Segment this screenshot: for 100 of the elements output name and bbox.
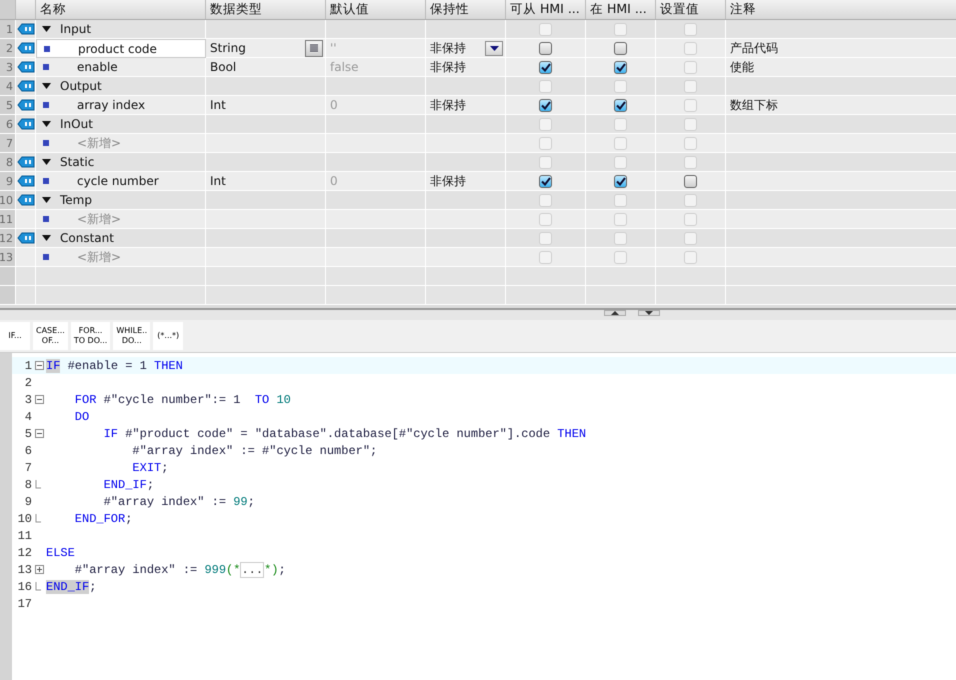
line-number: 16 [16,580,32,594]
snippet-button[interactable]: (*...*) [153,322,184,350]
variable-icon [43,178,49,184]
column-header[interactable]: 默认值 [326,0,426,19]
variable-name[interactable]: Input [60,22,92,36]
code-text: ; [161,460,168,474]
header-cell [0,0,16,19]
line-number: 12 [16,546,32,560]
collapse-arrow-icon[interactable] [42,159,51,165]
code-text: 1 [233,392,240,406]
row-number: 1 [0,20,16,39]
list-icon[interactable] [305,40,323,56]
code-text: #"array index" := [102,494,228,508]
row-number: 7 [0,134,16,153]
code-text: 1 [140,358,147,372]
variable-name[interactable]: product code [78,42,157,56]
checkbox[interactable] [614,174,627,188]
code-keyword: THEN [556,426,586,440]
code-text: ; [248,494,255,508]
code-text: #"array index" := #"cycle number"; [131,444,378,458]
collapse-arrow-icon[interactable] [42,26,51,32]
code-keyword: EXIT [131,460,162,474]
code-keyword: FOR [74,392,96,406]
variable-name[interactable]: Temp [60,193,92,207]
collapse-arrow-icon[interactable] [42,197,51,203]
variable-name[interactable]: array index [77,98,146,112]
snippet-button[interactable]: WHILE.. DO... [113,322,150,350]
expand-icon[interactable] [34,565,44,574]
snippet-button[interactable]: IF... [0,322,30,350]
collapse-arrow-icon[interactable] [42,83,51,89]
column-header[interactable]: 数据类型 [206,0,326,19]
row-number: 4 [0,77,16,96]
default-value: 0 [330,98,338,112]
comment-mark: *) [264,562,278,576]
collapsed-comment: ... [240,562,264,578]
collapse-arrow-icon[interactable] [42,121,51,127]
interface-icon [17,156,35,168]
checkbox[interactable] [539,98,552,112]
collapse-arrow-icon[interactable] [42,235,51,241]
variable-name[interactable]: Static [60,155,94,169]
collapse-icon[interactable] [34,361,44,370]
variable-name[interactable]: Output [60,79,102,93]
column-header[interactable]: 设置值 [656,0,726,19]
line-number: 6 [24,444,32,458]
line-number: 10 [16,512,32,526]
snippet-button[interactable]: CASE... OF... [33,322,68,350]
variable-name[interactable]: enable [77,60,118,74]
collapse-icon[interactable] [34,395,44,404]
row-number: 9 [0,172,16,191]
code-number: 999 [204,562,226,576]
column-header[interactable]: 注释 [726,0,956,19]
checkbox[interactable] [539,42,552,54]
checkbox[interactable] [684,174,697,188]
expand-down-button[interactable] [638,310,660,316]
checkbox[interactable] [614,98,627,112]
interface-icon [17,194,35,206]
checkbox[interactable] [614,42,627,54]
interface-icon [17,99,35,111]
column-header[interactable]: 名称 [36,0,206,19]
interface-icon [17,118,35,130]
table-cell [586,286,656,305]
dropdown-icon[interactable] [485,40,503,56]
code-keyword: IF [46,358,60,372]
table-cell [16,286,36,305]
variable-icon [44,46,50,52]
variable-name[interactable]: InOut [60,117,93,131]
collapse-icon[interactable] [34,429,44,438]
column-header[interactable]: 可从 HMI ... [506,0,586,19]
code-keyword: IF [102,426,118,440]
up-arrow-icon [611,311,619,315]
snippet-button[interactable]: FOR... TO DO... [70,322,110,350]
code-text: ; [125,512,132,526]
code-text: #"product code" = "database".database[#"cycle number"].code [124,426,550,440]
variable-name[interactable]: Constant [60,231,114,245]
comment-text: 数组下标 [730,96,778,114]
default-value: false [330,60,359,74]
variable-icon [43,254,49,260]
line-number: 5 [24,426,32,440]
line-number: 1 [24,358,32,372]
checkbox[interactable] [614,60,627,74]
column-header[interactable]: 在 HMI ... [586,0,656,19]
row-number: 6 [0,115,16,134]
variable-icon [43,102,49,108]
code-text: #enable = [66,358,134,372]
interface-icon [17,80,35,92]
collapse-up-button[interactable] [604,310,626,316]
table-cell [656,286,726,305]
checkbox[interactable] [539,174,552,188]
data-type: Int [210,98,226,112]
code-keyword: DO [74,410,90,424]
code-keyword: END_FOR [74,512,126,526]
interface-icon [17,61,35,73]
code-text: ; [278,562,286,576]
retain-value: 非保持 [430,172,466,190]
data-type: Bool [210,60,236,74]
variable-name[interactable]: cycle number [77,174,159,188]
variable-icon [43,216,49,222]
column-header[interactable]: 保持性 [426,0,506,19]
checkbox[interactable] [539,60,552,74]
comment-text: 产品代码 [730,40,778,56]
